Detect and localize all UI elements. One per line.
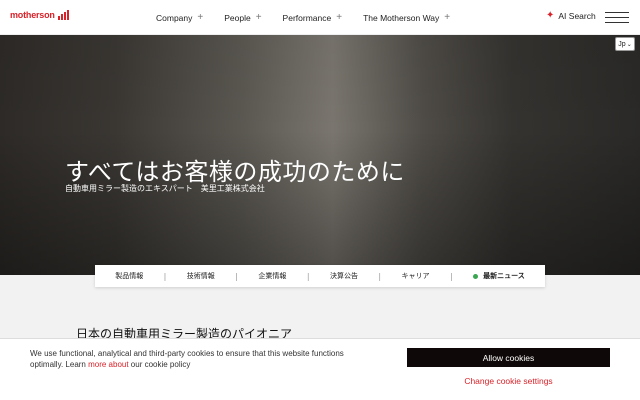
change-cookie-settings-link[interactable]: Change cookie settings xyxy=(407,376,610,386)
hero-subtitle: 自動車用ミラー製造のエキスパート 美里工業株式会社 xyxy=(65,184,265,193)
subnav-item-technology[interactable]: 技術情報 xyxy=(187,271,215,281)
language-value: Jp xyxy=(618,40,626,48)
status-dot-icon xyxy=(473,273,479,279)
nav-item-performance[interactable]: Performance + xyxy=(283,12,343,23)
nav-label: Performance xyxy=(282,12,332,23)
cookie-text: We use functional, analytical and third-… xyxy=(30,348,360,370)
language-select[interactable]: Jp ⌄ xyxy=(615,37,635,51)
subnav-news-label: 最新ニュース xyxy=(483,272,525,280)
subnav-item-careers[interactable]: キャリア xyxy=(402,271,430,281)
nav-label: The Motherson Way xyxy=(363,12,440,23)
logo-text: motherson xyxy=(10,10,55,20)
divider: | xyxy=(306,271,310,281)
sub-navigation: 製品情報 | 技術情報 | 企業情報 | 決算公告 | キャリア | 最新ニュー… xyxy=(95,265,545,287)
plus-icon: + xyxy=(444,12,451,23)
nav-label: People xyxy=(224,12,251,23)
cookie-policy-link[interactable]: more about xyxy=(88,360,128,369)
nav-label: Company xyxy=(156,12,193,23)
ai-search-button[interactable]: ✦ AI Search xyxy=(546,10,596,22)
subnav-item-news[interactable]: 最新ニュース xyxy=(473,271,525,281)
motherson-logo[interactable]: motherson xyxy=(10,10,69,20)
divider: | xyxy=(235,271,238,281)
cookie-banner: We use functional, analytical and third-… xyxy=(0,338,640,400)
nav-item-company[interactable]: Company + xyxy=(156,12,203,23)
main-nav: Company + People + Performance + The Mot… xyxy=(156,0,450,35)
logo-bars-icon xyxy=(57,10,69,20)
subnav-item-company[interactable]: 企業情報 xyxy=(258,271,286,281)
plus-icon: + xyxy=(255,12,262,23)
hero-banner: Jp ⌄ すべてはお客様の成功のために 自動車用ミラー製造のエキスパート 美里工… xyxy=(0,35,640,275)
plus-icon: + xyxy=(336,12,343,23)
divider: | xyxy=(163,271,167,281)
divider: | xyxy=(449,271,453,281)
site-header: motherson Company + People + Performance… xyxy=(0,0,640,35)
page: motherson Company + People + Performance… xyxy=(0,0,640,400)
hero-title: すべてはお客様の成功のために xyxy=(65,158,405,186)
subnav-item-financial-notice[interactable]: 決算公告 xyxy=(330,271,358,281)
subnav-item-products[interactable]: 製品情報 xyxy=(115,271,143,281)
plus-icon: + xyxy=(197,12,204,23)
ai-search-label: AI Search xyxy=(558,11,596,21)
allow-cookies-button[interactable]: Allow cookies xyxy=(407,348,610,367)
nav-item-people[interactable]: People + xyxy=(224,12,261,23)
nav-item-motherson-way[interactable]: The Motherson Way + xyxy=(363,12,450,23)
menu-icon[interactable] xyxy=(605,12,629,23)
divider: | xyxy=(378,271,382,281)
chevron-down-icon: ⌄ xyxy=(626,41,632,48)
sparkle-icon: ✦ xyxy=(546,10,555,21)
cookie-text-after: our cookie policy xyxy=(128,360,191,369)
